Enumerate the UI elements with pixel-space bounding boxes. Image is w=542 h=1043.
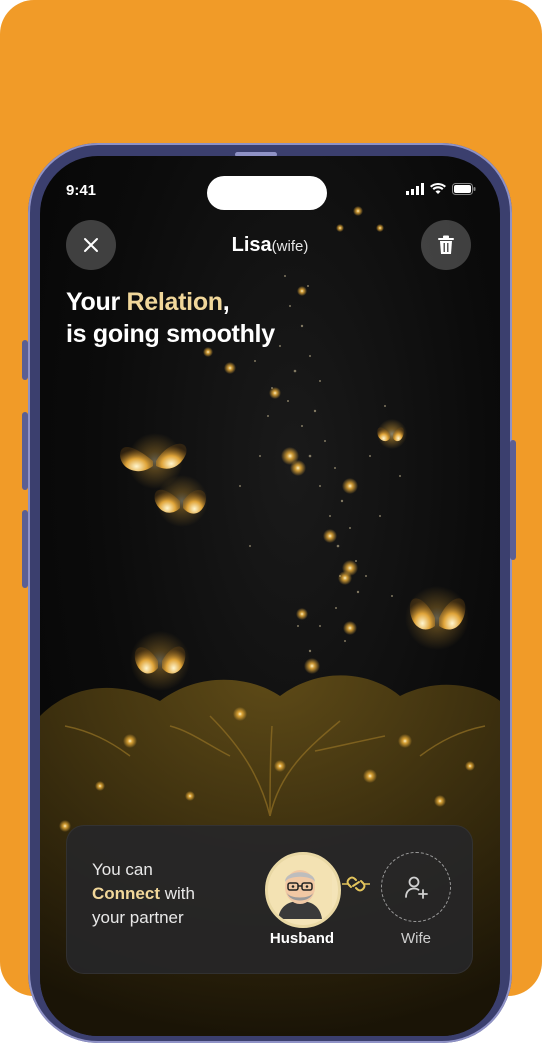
battery-icon: [452, 183, 476, 195]
butterfly-3: [377, 419, 407, 449]
wifi-icon: [430, 183, 446, 194]
trash-icon: [438, 235, 454, 254]
app-screen: 9:41 Lisa(wife) Your Relation, is going …: [40, 156, 500, 1036]
phone-action-button: [22, 340, 28, 380]
butterfly-4: [405, 586, 469, 650]
signal-icon: [406, 183, 424, 195]
relation-headline: Your Relation, is going smoothly: [66, 288, 275, 348]
butterfly-5: [130, 631, 190, 691]
husband-avatar[interactable]: [265, 852, 341, 928]
status-icons: [406, 183, 476, 195]
dynamic-island: [207, 176, 327, 210]
phone-volume-up-button: [22, 412, 28, 490]
phone-power-button: [510, 440, 516, 560]
link-icon: [342, 876, 370, 892]
relation-accent: Relation: [126, 288, 224, 316]
wife-label: Wife: [401, 930, 431, 947]
connect-accent: Connect: [92, 884, 160, 903]
husband-label: Husband: [269, 930, 335, 947]
memoji-avatar: [268, 855, 332, 919]
connect-message: You can Connect with your partner: [92, 860, 195, 927]
add-partner-button[interactable]: [381, 852, 451, 922]
partner-name: Lisa: [231, 234, 272, 256]
connect-card: You can Connect with your partner Husban…: [66, 825, 473, 974]
status-time: 9:41: [66, 182, 97, 199]
partner-role: (wife): [271, 238, 309, 255]
add-user-icon: [405, 876, 428, 899]
phone-volume-down-button: [22, 510, 28, 588]
delete-button[interactable]: [421, 220, 471, 270]
